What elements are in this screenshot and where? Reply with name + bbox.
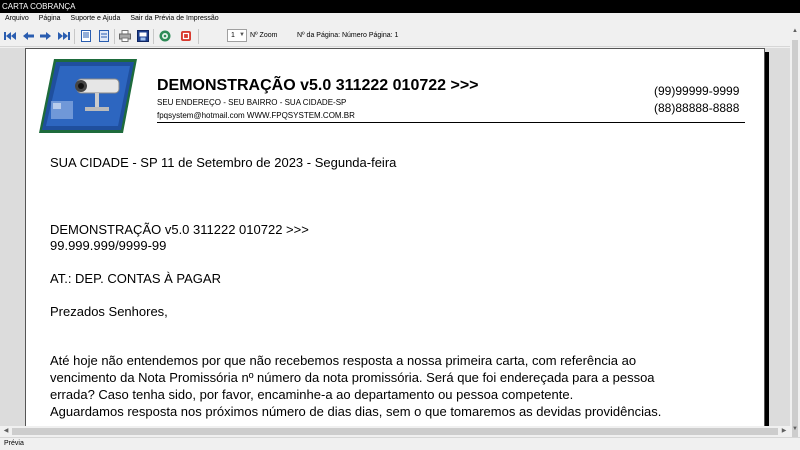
scroll-up-icon[interactable]: ▲	[791, 28, 799, 38]
toolbar-separator	[114, 29, 115, 44]
scroll-right-icon[interactable]: ▶	[779, 426, 789, 437]
export-icon[interactable]	[159, 30, 171, 42]
toolbar-separator	[198, 29, 199, 44]
status-text: Prévia	[4, 440, 24, 447]
company-contacts: fpqsystem@hotmail.com WWW.FPQSYSTEM.COM.…	[157, 111, 355, 120]
company-address: SEU ENDEREÇO - SEU BAIRRO - SUA CIDADE-S…	[157, 98, 347, 107]
menu-sair-previa[interactable]: Sair da Prévia de Impressão	[125, 13, 223, 25]
greeting: Prezados Senhores,	[50, 304, 168, 319]
menu-bar: Arquivo Página Suporte e Ajuda Sair da P…	[0, 13, 800, 25]
window-title: CARTA COBRANÇA	[2, 2, 76, 11]
zoom-value: 1	[231, 32, 235, 39]
menu-arquivo[interactable]: Arquivo	[0, 13, 34, 25]
scroll-down-icon[interactable]: ▼	[791, 426, 799, 436]
header-divider	[157, 122, 745, 123]
horizontal-scroll-thumb[interactable]	[12, 428, 778, 435]
paragraph-line: Aguardamos resposta nos próximos número …	[50, 404, 662, 419]
recipient-document: 99.999.999/9999-99	[50, 238, 167, 253]
company-logo	[37, 57, 139, 135]
letter-page: DEMONSTRAÇÃO v5.0 311222 010722 >>> SEU …	[25, 48, 765, 426]
status-bar: Prévia	[0, 437, 800, 450]
paragraph-line: Até hoje não entendemos por que não rece…	[50, 353, 637, 368]
company-name: DEMONSTRAÇÃO v5.0 311222 010722 >>>	[157, 77, 479, 94]
chevron-down-icon: ▼	[239, 32, 245, 38]
print-icon[interactable]	[137, 30, 149, 42]
toolbar: 1 ▼ Nº Zoom Nº da Página: Número Página:…	[0, 25, 800, 47]
company-phone-1: (99)99999-9999	[654, 84, 740, 98]
zoom-label: Nº Zoom	[250, 32, 278, 39]
last-page-icon[interactable]	[58, 30, 70, 42]
window-title-bar: CARTA COBRANÇA	[0, 0, 800, 13]
printer-setup-icon[interactable]	[119, 30, 131, 42]
previous-page-icon[interactable]	[22, 30, 34, 42]
first-page-icon[interactable]	[4, 30, 16, 42]
toolbar-separator	[74, 29, 75, 44]
paragraph-line: vencimento da Nota Promissória nº número…	[50, 370, 655, 385]
attention-line: AT.: DEP. CONTAS À PAGAR	[50, 271, 221, 286]
print-preview-area: DEMONSTRAÇÃO v5.0 311222 010722 >>> SEU …	[0, 48, 790, 426]
letter-paragraph: Até hoje não entendemos por que não rece…	[50, 352, 740, 420]
next-page-icon[interactable]	[40, 30, 52, 42]
menu-suporte[interactable]: Suporte e Ajuda	[66, 13, 126, 25]
single-page-icon[interactable]	[80, 30, 92, 42]
vertical-scrollbar[interactable]: ▲ ▼	[790, 26, 800, 440]
horizontal-scrollbar[interactable]: ◀ ▶	[0, 426, 790, 437]
page-number-info: Nº da Página: Número Página: 1	[297, 32, 399, 39]
menu-pagina[interactable]: Página	[34, 13, 66, 25]
paragraph-line: errada? Caso tenha sido, por favor, enca…	[50, 387, 574, 402]
toolbar-separator	[153, 29, 154, 44]
recipient-name: DEMONSTRAÇÃO v5.0 311222 010722 >>>	[50, 222, 309, 237]
date-line: SUA CIDADE - SP 11 de Setembro de 2023 -…	[50, 155, 397, 170]
company-phone-2: (88)88888-8888	[654, 101, 740, 115]
vertical-scroll-thumb[interactable]	[792, 40, 798, 440]
scroll-left-icon[interactable]: ◀	[1, 426, 11, 437]
zoom-select[interactable]: 1 ▼	[227, 29, 247, 42]
page-width-icon[interactable]	[98, 30, 110, 42]
close-preview-icon[interactable]	[180, 30, 192, 42]
